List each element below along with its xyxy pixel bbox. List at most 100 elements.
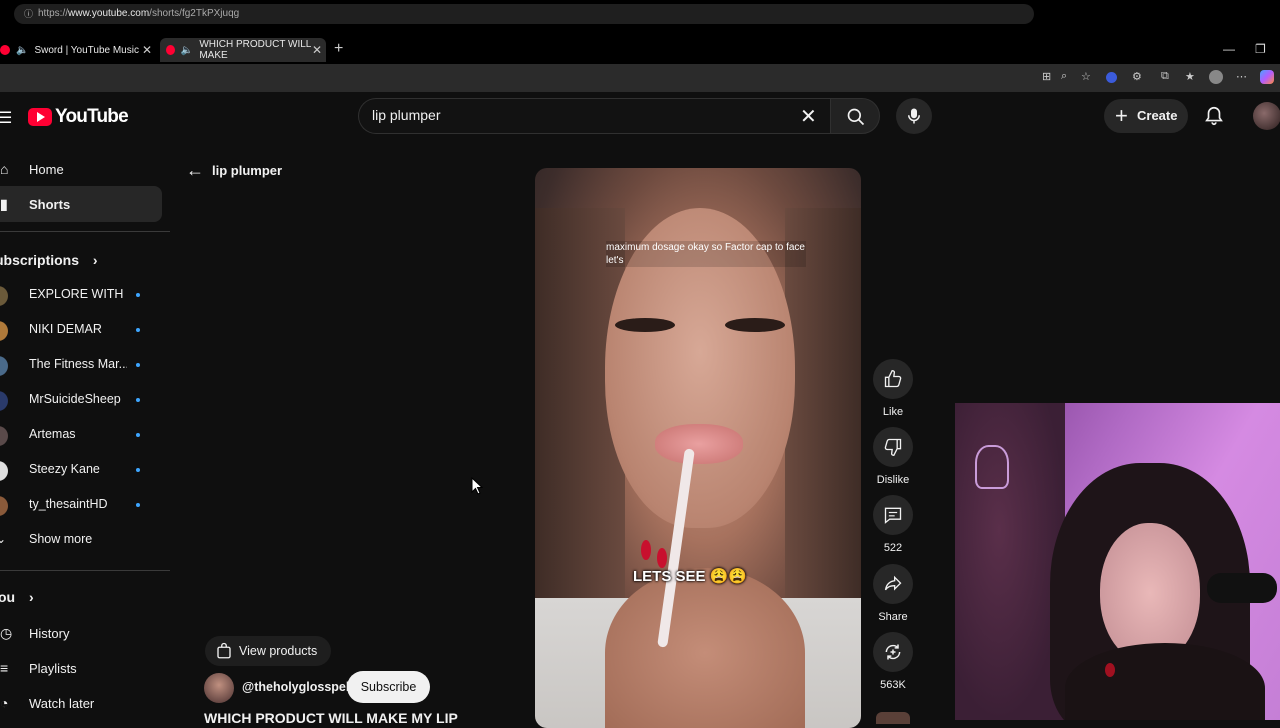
sidebar-item-label: Shorts (29, 196, 71, 212)
profile-icon[interactable] (1209, 70, 1223, 84)
subscriptions-heading-label: ubscriptions (0, 252, 80, 268)
account-avatar[interactable] (1253, 102, 1280, 130)
extension-icon[interactable] (1106, 72, 1117, 83)
channel-avatar (0, 496, 8, 516)
comments-button[interactable]: 522 (873, 495, 913, 554)
channel-avatar[interactable] (204, 673, 234, 703)
more-menu-icon[interactable]: ⋯ (1236, 70, 1247, 83)
comments-count: 522 (883, 542, 903, 554)
clear-search-icon[interactable]: ✕ (800, 104, 817, 129)
app-icon[interactable]: ⊞ (1042, 70, 1051, 83)
zoom-icon[interactable]: ⌕ (1061, 70, 1067, 83)
new-content-dot (136, 328, 140, 332)
channel-avatar (0, 286, 8, 306)
sidebar-item-shorts[interactable]: ▮ Shorts (0, 186, 162, 222)
sidebar-item-home[interactable]: ⌂ Home (0, 151, 162, 187)
dislike-button[interactable]: Dislike (873, 427, 913, 486)
tab-title: WHICH PRODUCT WILL MAKE (199, 39, 311, 61)
sidebar-item-playlists[interactable]: ≡ Playlists (0, 650, 162, 686)
webcam-scene (1100, 523, 1200, 663)
share-arrow-icon (873, 564, 913, 604)
thumbs-down-icon (873, 427, 913, 467)
maximize-icon[interactable]: ❐ (1255, 42, 1266, 56)
subscription-name: MrSuicideSheep (29, 392, 121, 406)
webcam-overlay (955, 403, 1280, 720)
video-scene (655, 424, 743, 464)
comment-icon (873, 495, 913, 535)
create-label: Create (1137, 108, 1178, 123)
remix-button[interactable]: 563K (873, 632, 913, 691)
tab-title: Sword | YouTube Music (34, 44, 139, 56)
sidebar-item-watch-later[interactable]: ◔ Watch later (0, 685, 162, 721)
search-button[interactable] (830, 98, 880, 134)
video-scene (605, 568, 805, 728)
lock-icon: ⓘ (24, 9, 34, 19)
subscription-item[interactable]: EXPLORE WITH ... (0, 278, 160, 312)
subscription-item[interactable]: The Fitness Mar... (0, 348, 160, 382)
speaker-icon: 🔈 (16, 44, 29, 56)
subscription-item[interactable]: MrSuicideSheep (0, 383, 160, 417)
share-button[interactable]: Share (873, 564, 913, 623)
short-title: WHICH PRODUCT WILL MAKE MY LIP (204, 710, 458, 726)
minimize-icon[interactable]: — (1223, 42, 1235, 56)
sidebar-item-history[interactable]: ◷ History (0, 615, 162, 651)
like-button[interactable]: Like (873, 359, 913, 418)
split-screen-icon[interactable]: ⧉ (1161, 70, 1169, 83)
create-button[interactable]: + Create (1104, 99, 1188, 133)
share-label: Share (878, 611, 908, 623)
close-tab-icon[interactable]: ✕ (142, 43, 152, 57)
voice-search-button[interactable] (896, 98, 932, 134)
search-input[interactable] (372, 107, 772, 123)
notifications-bell-icon[interactable] (1203, 105, 1225, 127)
browser-tab-youtube-music[interactable]: 🔈 Sword | YouTube Music ✕ (0, 38, 156, 62)
shorts-icon: ▮ (0, 195, 8, 212)
subscription-item[interactable]: NIKI DEMAR (0, 313, 160, 347)
extensions-puzzle-icon[interactable]: ⚙ (1132, 70, 1142, 83)
sound-thumbnail[interactable] (876, 712, 910, 724)
new-content-dot (136, 363, 140, 367)
video-scene (615, 318, 675, 332)
remix-icon (873, 632, 913, 672)
sidebar-divider (0, 231, 170, 232)
logo-text: YouTube (55, 106, 129, 127)
new-content-dot (136, 468, 140, 472)
new-content-dot (136, 398, 140, 402)
view-products-button[interactable]: View products (205, 636, 331, 666)
url-path: /shorts/fg2TkPXjuqg (149, 8, 240, 19)
new-tab-icon[interactable]: + (334, 40, 343, 58)
favorites-icon[interactable]: ★ (1185, 70, 1195, 83)
subscription-item[interactable]: Artemas (0, 418, 160, 452)
video-scene (785, 208, 861, 628)
subscription-name: NIKI DEMAR (29, 322, 102, 336)
channel-avatar (0, 426, 8, 446)
youtube-music-favicon-icon (0, 45, 10, 55)
subscription-name: ty_thesaintHD (29, 497, 108, 511)
favorite-star-icon[interactable]: ☆ (1081, 70, 1091, 83)
search-box[interactable] (358, 98, 840, 134)
close-tab-icon[interactable]: ✕ (312, 43, 322, 57)
subscription-item[interactable]: Steezy Kane (0, 453, 160, 487)
subscriptions-heading[interactable]: ubscriptions › (0, 252, 98, 268)
show-more-button[interactable]: ⌄ Show more (0, 523, 160, 557)
dislike-label: Dislike (876, 474, 910, 486)
watch-later-icon: ◔ (0, 695, 9, 711)
mouse-cursor-icon (471, 477, 483, 495)
copilot-icon[interactable] (1260, 70, 1274, 84)
sidebar-item-label: Home (29, 161, 64, 177)
chevron-right-icon: › (29, 589, 34, 605)
subscribe-button[interactable]: Subscribe (347, 671, 430, 703)
channel-handle[interactable]: @theholyglosspel (242, 680, 349, 694)
subscription-item[interactable]: ty_thesaintHD (0, 488, 160, 522)
back-to-search-button[interactable]: ← lip plumper (186, 160, 282, 181)
browser-tab-active[interactable]: 🔈 WHICH PRODUCT WILL MAKE ✕ (160, 38, 326, 62)
webcam-microphone (1207, 573, 1277, 603)
youtube-play-icon (28, 108, 52, 126)
youtube-logo[interactable]: YouTube (28, 106, 129, 128)
menu-icon[interactable]: ☰ (0, 108, 12, 128)
shopping-bag-icon (217, 642, 231, 659)
subscription-name: Artemas (29, 427, 76, 441)
sidebar-item-label: Playlists (29, 660, 77, 676)
you-heading[interactable]: ou › (0, 589, 34, 605)
show-more-label: Show more (29, 532, 93, 546)
url-field[interactable]: ⓘ https://www.youtube.com/shorts/fg2TkPX… (14, 4, 1034, 24)
